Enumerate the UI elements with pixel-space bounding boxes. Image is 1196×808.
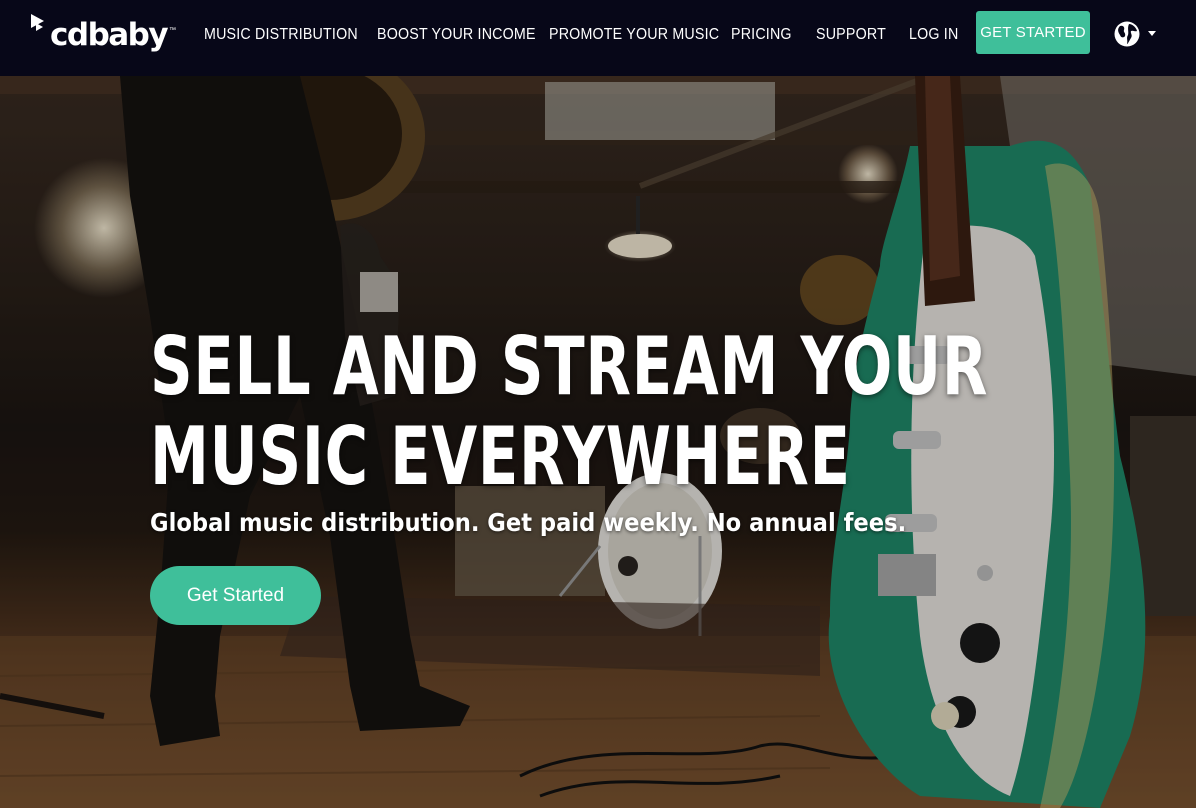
get-started-hero-button[interactable]: Get Started xyxy=(150,566,321,625)
page: cdbaby ™ MUSIC DISTRIBUTION BOOST YOUR I… xyxy=(0,0,1196,808)
cdbaby-logo[interactable]: cdbaby ™ xyxy=(30,13,176,55)
hero-headline: SELL AND STREAM YOUR MUSIC EVERYWHERE xyxy=(150,322,988,502)
hero-section: SELL AND STREAM YOUR MUSIC EVERYWHERE Gl… xyxy=(0,76,1196,808)
get-started-nav-button[interactable]: GET STARTED xyxy=(976,11,1090,54)
nav-support[interactable]: SUPPORT xyxy=(816,25,886,45)
nav-promote-your-music[interactable]: PROMOTE YOUR MUSIC xyxy=(549,25,719,45)
hero-headline-line-2: MUSIC EVERYWHERE xyxy=(150,410,851,503)
nav-pricing[interactable]: PRICING xyxy=(731,25,792,45)
nav-boost-your-income[interactable]: BOOST YOUR INCOME xyxy=(377,25,536,45)
hero-subtitle: Global music distribution. Get paid week… xyxy=(150,508,907,537)
language-selector[interactable] xyxy=(1114,20,1160,48)
hero-headline-line-1: SELL AND STREAM YOUR xyxy=(150,320,989,413)
logo-trademark: ™ xyxy=(169,27,176,34)
nav-music-distribution[interactable]: MUSIC DISTRIBUTION xyxy=(204,25,358,45)
caret-down-icon xyxy=(1148,31,1156,36)
nav-log-in[interactable]: LOG IN xyxy=(909,25,958,45)
logo-wordmark: cdbaby xyxy=(50,17,169,53)
top-navigation: cdbaby ™ MUSIC DISTRIBUTION BOOST YOUR I… xyxy=(0,0,1196,76)
globe-icon xyxy=(1114,21,1156,47)
